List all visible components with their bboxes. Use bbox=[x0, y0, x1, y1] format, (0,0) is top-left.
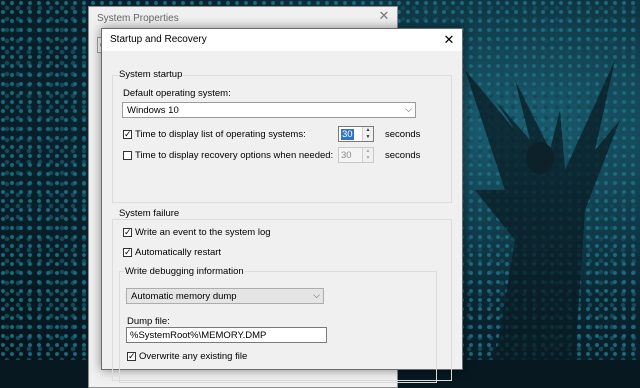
write-event-checkbox[interactable]: ✓ bbox=[123, 228, 132, 237]
auto-restart-label: Automatically restart bbox=[135, 247, 222, 258]
debug-info-label: Write debugging information bbox=[124, 266, 245, 277]
default-os-label: Default operating system: bbox=[123, 88, 231, 99]
dump-file-input[interactable]: %SystemRoot%\MEMORY.DMP bbox=[126, 327, 327, 343]
spin-up-icon[interactable]: ▲ bbox=[363, 127, 373, 134]
dialog-title: Startup and Recovery bbox=[110, 34, 207, 45]
chevron-down-icon: ⌵ bbox=[405, 104, 412, 114]
system-properties-title: System Properties bbox=[97, 13, 179, 24]
display-recovery-value: 30 bbox=[341, 150, 352, 161]
system-startup-label: System startup bbox=[118, 69, 184, 80]
write-event-label: Write an event to the system log bbox=[135, 227, 271, 238]
auto-restart-checkbox[interactable]: ✓ bbox=[123, 248, 132, 257]
system-properties-close-icon[interactable]: ✕ bbox=[377, 9, 391, 23]
display-recovery-checkbox[interactable] bbox=[123, 151, 132, 160]
display-list-spinner[interactable]: 30 ▲ ▼ bbox=[338, 126, 374, 142]
dump-file-value[interactable]: %SystemRoot%\MEMORY.DMP bbox=[130, 330, 266, 341]
default-os-value: Windows 10 bbox=[127, 105, 179, 116]
display-recovery-label: Time to display recovery options when ne… bbox=[135, 150, 334, 161]
dialog-close-icon[interactable]: ✕ bbox=[440, 31, 458, 49]
default-os-select[interactable]: Windows 10 ⌵ bbox=[122, 102, 416, 118]
display-recovery-spinner: 30 ▲ ▼ bbox=[338, 147, 374, 163]
spinner-arrows: ▲ ▼ bbox=[362, 127, 373, 141]
dump-type-value: Automatic memory dump bbox=[131, 291, 237, 302]
display-list-label: Time to display list of operating system… bbox=[135, 129, 306, 140]
chevron-down-icon: ⌵ bbox=[313, 290, 320, 300]
display-list-unit: seconds bbox=[385, 129, 421, 140]
spin-down-icon: ▼ bbox=[365, 155, 371, 161]
startup-recovery-dialog: Startup and Recovery ✕ System startup De… bbox=[101, 28, 463, 383]
spin-up-icon: ▲ bbox=[365, 148, 371, 154]
dump-file-label: Dump file: bbox=[127, 316, 170, 327]
dialog-titlebar: Startup and Recovery ✕ bbox=[102, 29, 462, 51]
display-list-value[interactable]: 30 bbox=[341, 129, 354, 140]
display-list-checkbox[interactable]: ✓ bbox=[123, 130, 132, 139]
spin-down-icon[interactable]: ▼ bbox=[363, 134, 373, 141]
dump-type-select[interactable]: Automatic memory dump ⌵ bbox=[126, 288, 324, 304]
display-recovery-unit: seconds bbox=[385, 150, 421, 161]
wallpaper-winged-figure bbox=[465, 60, 620, 360]
system-failure-label: System failure bbox=[118, 208, 181, 219]
spinner-arrows: ▲ ▼ bbox=[362, 148, 373, 162]
overwrite-label: Overwrite any existing file bbox=[139, 351, 248, 362]
